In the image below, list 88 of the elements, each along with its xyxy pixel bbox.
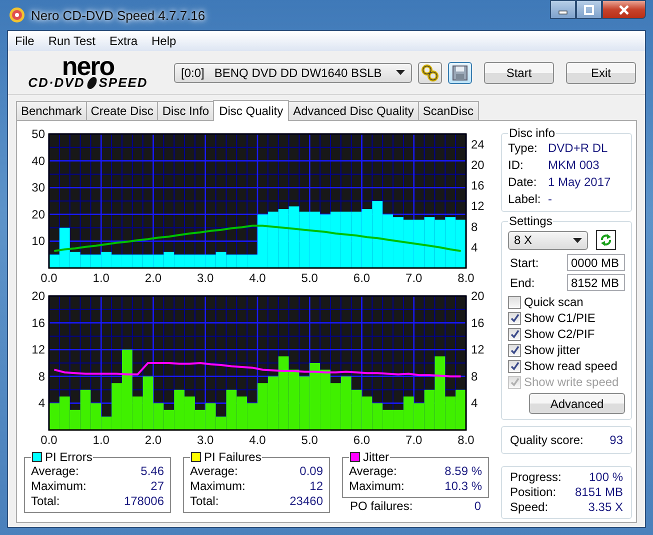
stat-label: Maximum: — [31, 479, 86, 494]
axis-label: 16 — [471, 316, 484, 330]
info-value: MKM 003 — [548, 157, 600, 174]
checkbox-label: Show C1/PIE — [524, 310, 596, 326]
axis-label: 4.0 — [249, 433, 266, 447]
checkbox-label: Show jitter — [524, 342, 580, 358]
stat-label: Maximum: — [190, 479, 246, 494]
axis-label: 16 — [471, 178, 484, 193]
stat-value: 10.3 % — [444, 479, 482, 494]
stat-label: Average: — [190, 464, 238, 479]
window-title: Nero CD-DVD Speed 4.7.7.16 — [31, 8, 206, 22]
axis-label: 1.0 — [92, 433, 110, 447]
axis-label: 0.0 — [40, 271, 58, 285]
quality-label: Quality score: — [510, 433, 584, 447]
stat-label: Total: — [190, 494, 219, 509]
axis-label: 8 — [471, 369, 478, 384]
info-label: ID: — [508, 157, 524, 174]
axis-label: 4 — [38, 396, 45, 410]
progress-value: 8151 MB — [574, 485, 623, 500]
stat-value: 0 — [474, 499, 481, 514]
axis-label: 4 — [471, 396, 478, 410]
axis-label: 1.0 — [92, 271, 110, 285]
stat-value: 23460 — [290, 494, 323, 509]
stat-label: Total: — [31, 494, 60, 509]
axis-label: 0.0 — [40, 433, 58, 447]
axis-label: 50 — [32, 127, 45, 141]
axis-label: 3.0 — [197, 271, 214, 285]
axis-label: 20 — [471, 158, 484, 172]
axis-label: 30 — [32, 180, 45, 195]
progress-value: 100 % — [588, 470, 623, 485]
progress-label: Progress: — [510, 470, 562, 485]
stat-label: Average: — [31, 464, 79, 479]
axis-label: 16 — [32, 316, 45, 330]
axis-label: 6.0 — [353, 271, 370, 285]
axis-label: 8 — [471, 220, 478, 234]
stat-value: 0.09 — [300, 464, 323, 479]
axis-label: 8.0 — [458, 271, 474, 285]
group-title: Jitter — [363, 450, 390, 464]
axis-label: 2.0 — [144, 433, 162, 447]
axis-label: 5.0 — [301, 271, 318, 285]
axis-label: 8 — [38, 369, 45, 384]
group-title: Disc info — [508, 126, 556, 140]
stat-label: Average: — [349, 464, 397, 479]
axis-label: 40 — [32, 154, 45, 168]
stat-label: Maximum: — [349, 479, 404, 494]
axis-label: 8.0 — [458, 433, 474, 447]
progress-value: 3.35 X — [588, 500, 623, 515]
axis-label: 2.0 — [144, 271, 162, 285]
stat-value: 27 — [150, 479, 164, 494]
info-value: - — [548, 191, 552, 208]
checkbox-label: Show write speed — [524, 374, 619, 390]
stat-value: 178006 — [124, 494, 164, 509]
checkbox-label: Show C2/PIF — [524, 326, 595, 342]
field-label: End: — [510, 276, 535, 290]
stat-value: 12 — [310, 479, 323, 494]
axis-label: 7.0 — [406, 271, 422, 285]
axis-label: 12 — [471, 199, 484, 214]
info-value: DVD+R DL — [548, 140, 608, 157]
stat-value: 8.59 % — [444, 464, 482, 479]
axis-label: 3.0 — [197, 433, 214, 447]
info-value: 1 May 2017 — [548, 174, 611, 191]
axis-label: 6.0 — [353, 433, 370, 447]
quality-value: 93 — [610, 433, 623, 447]
checkbox-label: Quick scan — [524, 294, 584, 310]
axis-label: 12 — [32, 342, 45, 357]
axis-label: 20 — [32, 207, 45, 222]
axis-label: 12 — [471, 342, 484, 357]
progress-label: Speed: — [510, 500, 548, 515]
group-title: Settings — [508, 214, 554, 228]
stat-label: PO failures: — [350, 499, 413, 514]
logo: nero CD·DVD SPEED — [27, 56, 149, 90]
info-label: Label: — [508, 191, 542, 208]
field-label: Start: — [510, 256, 539, 270]
info-label: Date: — [508, 174, 538, 191]
axis-label: 4.0 — [249, 271, 266, 285]
axis-label: 20 — [32, 289, 45, 303]
group-title: PI Errors — [45, 450, 92, 464]
axis-label: 20 — [471, 289, 484, 303]
axis-label: 5.0 — [301, 433, 318, 447]
stat-value: 5.46 — [140, 464, 164, 479]
checkbox-label: Show read speed — [524, 358, 618, 374]
axis-label: 7.0 — [406, 433, 422, 447]
axis-label: 24 — [471, 137, 484, 152]
axis-label: 4 — [471, 240, 478, 254]
info-label: Type: — [508, 140, 538, 157]
axis-label: 10 — [32, 234, 45, 248]
group-title: PI Failures — [204, 450, 262, 464]
progress-label: Position: — [510, 485, 556, 500]
